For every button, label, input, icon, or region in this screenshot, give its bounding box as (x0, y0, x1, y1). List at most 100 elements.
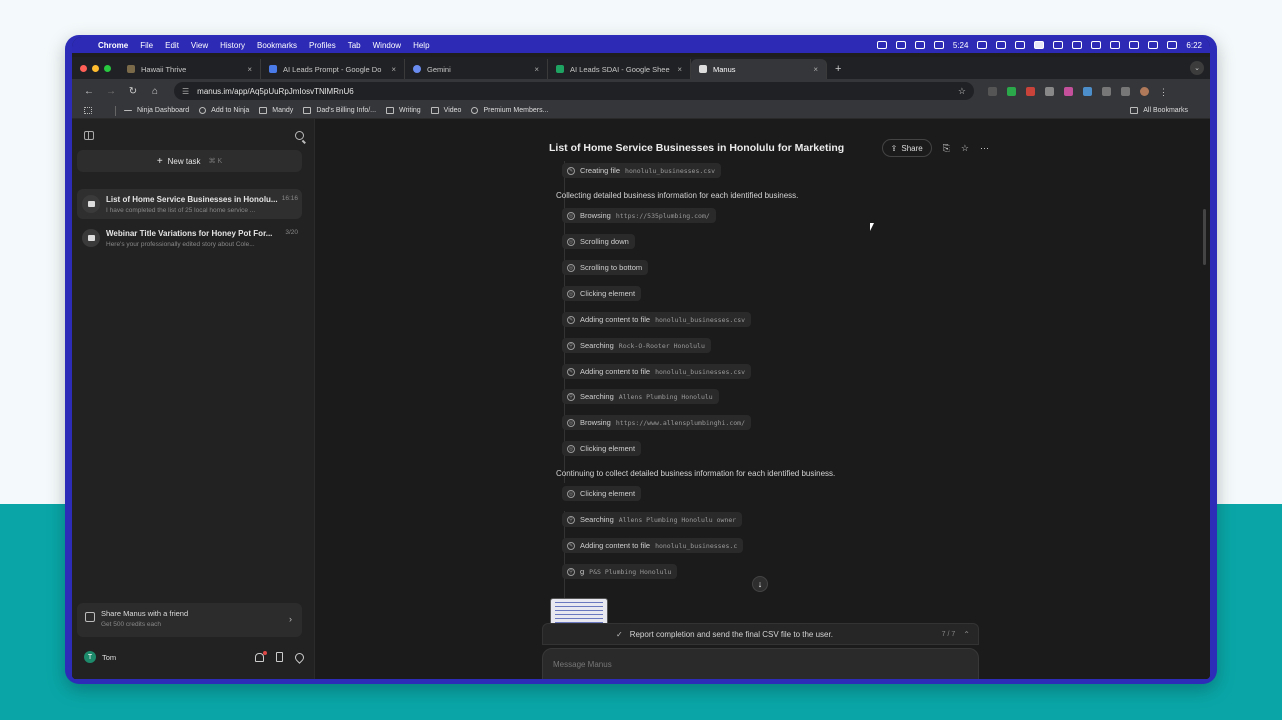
menu-app-name[interactable]: Chrome (98, 41, 128, 50)
menu-help[interactable]: Help (413, 41, 429, 50)
notification-bell-icon[interactable] (255, 650, 267, 662)
share-button[interactable]: ⇪ Share (881, 139, 932, 157)
task-item[interactable]: List of Home Service Businesses in Honol… (77, 189, 302, 219)
step-adding-content[interactable]: ✎ Adding content to file honolulu_busine… (562, 364, 752, 379)
step-adding-content[interactable]: ✎ Adding content to file honolulu_busine… (562, 538, 744, 553)
menu-edit[interactable]: Edit (165, 41, 179, 50)
bookmark-ninja-dashboard[interactable]: Ninja Dashboard (124, 107, 189, 114)
chevron-up-icon[interactable]: ⌃ (963, 630, 970, 639)
status-icon[interactable] (977, 41, 988, 49)
menu-profiles[interactable]: Profiles (309, 41, 336, 50)
new-tab-button[interactable]: + (835, 59, 841, 79)
avatar[interactable]: T (84, 651, 96, 663)
step-searching[interactable]: ⚲ Searching Allens Plumbing Honolulu own… (562, 512, 743, 527)
pen-icon[interactable] (1045, 86, 1054, 96)
bookmark-video[interactable]: Video (430, 107, 461, 114)
screen-share-icon[interactable] (1034, 41, 1045, 49)
reload-button[interactable]: ↻ (122, 86, 144, 97)
tab-close-icon[interactable]: × (677, 65, 682, 74)
step-browsing[interactable]: ◎ Browsing https://www.allensplumbinghi.… (562, 415, 751, 430)
share-with-friend-card[interactable]: Share Manus with a friend Get 500 credit… (77, 603, 302, 637)
content-scrollbar[interactable] (1203, 209, 1206, 265)
tab-ai-leads-sheet[interactable]: AI Leads SDAI - Google Shee × (548, 59, 691, 79)
status-icon[interactable] (1015, 41, 1026, 49)
tab-ai-leads-prompt[interactable]: AI Leads Prompt - Google Do × (261, 59, 405, 79)
user-icon[interactable] (1167, 41, 1178, 49)
extension-icon[interactable] (1064, 86, 1073, 96)
step-clicking-element[interactable]: ◎ Clicking element (562, 286, 642, 301)
bookmark-dads-billing[interactable]: Dad's Billing Info/... (303, 107, 376, 114)
files-icon[interactable]: ⎘ (943, 143, 950, 154)
more-options-icon[interactable]: ⋯ (980, 143, 989, 154)
status-icon[interactable] (895, 41, 906, 49)
toggle-sidebar-icon[interactable] (84, 131, 94, 140)
extension-icon[interactable] (1007, 86, 1016, 96)
tab-manus[interactable]: Manus × (691, 59, 827, 79)
user-name[interactable]: Tom (102, 653, 116, 662)
bookmark-writing[interactable]: Writing (386, 107, 421, 114)
more-menu-icon[interactable]: ⋮ (1159, 87, 1168, 97)
bookmark-add-to-ninja[interactable]: Add to Ninja (199, 107, 249, 114)
extension-icon[interactable] (988, 86, 997, 96)
battery-icon[interactable] (933, 41, 944, 49)
step-clicking-element[interactable]: ◎ Clicking element (562, 441, 642, 456)
bookmark-mandy[interactable]: Mandy (259, 107, 293, 114)
step-searching[interactable]: ⚲ Searching Rock-O-Rooter Honolulu (562, 338, 711, 353)
scroll-to-bottom-button[interactable]: ↓ (752, 576, 768, 592)
menu-view[interactable]: View (191, 41, 208, 50)
back-button[interactable]: ← (78, 86, 100, 97)
tab-close-icon[interactable]: × (534, 65, 539, 74)
address-bar[interactable]: ☰ manus.im/app/Aq5pUuRpJmIosvTNlMRnU6 ☆ (174, 82, 974, 100)
message-input[interactable]: Message Manus (553, 660, 612, 669)
tab-gemini[interactable]: Gemini × (405, 59, 548, 79)
zoom-window-button[interactable] (104, 64, 111, 72)
status-icon[interactable] (996, 41, 1007, 49)
status-icon[interactable] (1053, 41, 1064, 49)
tab-search-button[interactable]: ⌄ (1190, 61, 1204, 75)
status-icon[interactable] (1110, 41, 1121, 49)
tab-close-icon[interactable]: × (391, 65, 396, 74)
message-composer[interactable]: Message Manus ⌀ ↑ (542, 648, 979, 679)
minimize-window-button[interactable] (92, 64, 99, 72)
step-clicking-element[interactable]: ◎ Clicking element (562, 486, 642, 501)
menu-bookmarks[interactable]: Bookmarks (257, 41, 297, 50)
task-progress-bar[interactable]: ✓ Report completion and send the final C… (542, 623, 979, 645)
step-adding-content[interactable]: ✎ Adding content to file honolulu_busine… (562, 312, 752, 327)
new-task-button[interactable]: + New task ⌘ K (77, 150, 302, 172)
download-icon[interactable] (1121, 86, 1130, 96)
bookmark-star-icon[interactable]: ☆ (958, 86, 966, 97)
home-button[interactable]: ⌂ (144, 86, 166, 97)
forward-button[interactable]: → (100, 86, 122, 97)
step-searching[interactable]: ⚲ g P&S Plumbing Honolulu (562, 564, 678, 579)
step-scrolling-down[interactable]: ◎ Scrolling down (562, 234, 635, 249)
puzzle-icon[interactable] (1102, 86, 1111, 96)
site-info-icon[interactable]: ☰ (182, 87, 189, 96)
menu-history[interactable]: History (220, 41, 245, 50)
control-center-icon[interactable] (1148, 41, 1159, 49)
mobile-icon[interactable] (276, 652, 283, 662)
bookmark-premium-members[interactable]: Premium Members... (471, 107, 548, 114)
step-browsing[interactable]: ◎ Browsing https://535plumbing.com/ (562, 208, 716, 223)
extension-icon[interactable] (1026, 86, 1035, 96)
favorite-star-icon[interactable]: ☆ (961, 143, 969, 154)
menu-window[interactable]: Window (373, 41, 401, 50)
task-item[interactable]: Webinar Title Variations for Honey Pot F… (77, 223, 302, 253)
status-icon[interactable] (1072, 41, 1083, 49)
status-icon[interactable] (876, 41, 887, 49)
step-searching[interactable]: ⚲ Searching Allens Plumbing Honolulu (562, 389, 719, 404)
close-window-button[interactable] (80, 64, 87, 72)
profile-avatar-icon[interactable] (1140, 86, 1149, 96)
menu-tab[interactable]: Tab (348, 41, 361, 50)
step-creating-file[interactable]: ✎ Creating file honolulu_businesses.csv (562, 163, 722, 178)
menu-file[interactable]: File (140, 41, 153, 50)
extension-icon[interactable] (1083, 86, 1092, 96)
search-icon[interactable] (295, 131, 304, 140)
spotlight-icon[interactable] (1091, 41, 1102, 49)
tab-hawaii-thrive[interactable]: Hawaii Thrive × (119, 59, 261, 79)
status-icon[interactable] (914, 41, 925, 49)
tab-close-icon[interactable]: × (813, 65, 818, 74)
step-scrolling-bottom[interactable]: ◎ Scrolling to bottom (562, 260, 649, 275)
wifi-icon[interactable] (1129, 41, 1140, 49)
apps-grid-icon[interactable] (84, 107, 97, 114)
tab-close-icon[interactable]: × (247, 65, 252, 74)
